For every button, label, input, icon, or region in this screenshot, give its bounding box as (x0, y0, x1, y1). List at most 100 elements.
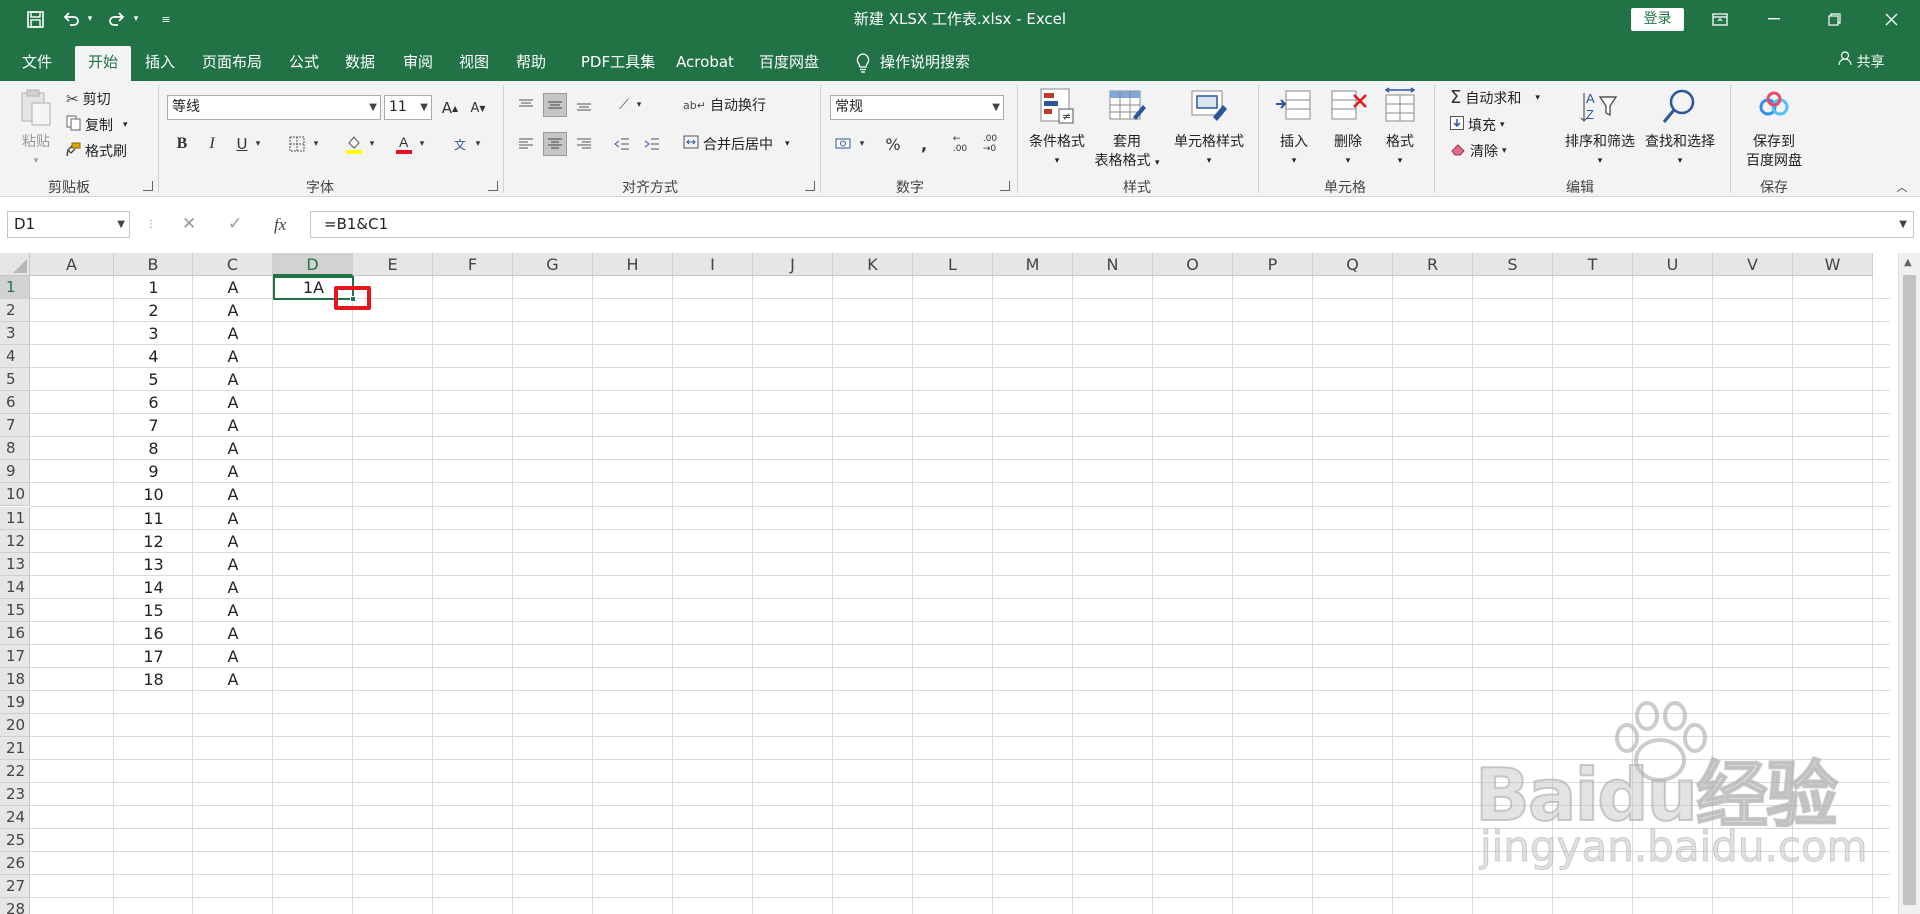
close-icon[interactable] (1868, 0, 1914, 38)
font-name-select[interactable]: 等线 ▼ (167, 95, 381, 120)
formula-input[interactable]: =B1&C1 ▼ (310, 211, 1914, 238)
percent-button[interactable]: % (881, 132, 905, 156)
cell-b15[interactable]: 15 (114, 599, 193, 622)
column-header-k[interactable]: K (833, 253, 913, 276)
cancel-icon[interactable]: ✕ (182, 211, 196, 238)
comma-button[interactable]: , (912, 132, 936, 156)
cell-c10[interactable]: A (193, 483, 273, 506)
lightbulb-icon[interactable] (848, 46, 878, 81)
cell-b16[interactable]: 16 (114, 622, 193, 645)
row-header-10[interactable]: 10 (0, 483, 30, 507)
italic-button[interactable]: I (200, 132, 224, 156)
tab-baidu-netdisk[interactable]: 百度网盘 (754, 46, 824, 81)
tab-formulas[interactable]: 公式 (282, 46, 326, 81)
cell-c14[interactable]: A (193, 576, 273, 599)
format-painter-button[interactable]: 格式刷 (66, 141, 127, 161)
tab-view[interactable]: 视图 (452, 46, 496, 81)
grow-font-icon[interactable]: A ▲ (438, 96, 462, 120)
row-header-17[interactable]: 17 (0, 644, 30, 668)
row-header-15[interactable]: 15 (0, 598, 30, 622)
column-header-e[interactable]: E (353, 253, 433, 276)
save-to-baidu-button[interactable]: 保存到 百度网盘 (1742, 85, 1806, 171)
autosum-dropdown-icon[interactable]: ▾ (1535, 93, 1540, 103)
cell-c13[interactable]: A (193, 553, 273, 576)
cell-c2[interactable]: A (193, 299, 273, 322)
undo-dropdown-icon[interactable]: ▾ (84, 0, 96, 38)
row-header-4[interactable]: 4 (0, 345, 30, 369)
delete-cells-button[interactable]: 删除 ▾ (1324, 85, 1372, 171)
row-header-2[interactable]: 2 (0, 299, 30, 323)
decrease-indent-icon[interactable] (610, 132, 634, 156)
cell-c18[interactable]: A (193, 668, 273, 691)
cell-c7[interactable]: A (193, 414, 273, 437)
expand-formula-icon[interactable]: ▼ (1899, 212, 1907, 237)
cell-b5[interactable]: 5 (114, 368, 193, 391)
vertical-scrollbar[interactable]: ▲ (1898, 253, 1920, 914)
column-header-t[interactable]: T (1553, 253, 1633, 276)
redo-icon[interactable] (104, 0, 130, 38)
cell-b9[interactable]: 9 (114, 460, 193, 483)
row-header-28[interactable]: 28 (0, 898, 30, 914)
cell-b12[interactable]: 12 (114, 530, 193, 553)
underline-dropdown-icon[interactable]: ▾ (252, 132, 264, 156)
row-header-25[interactable]: 25 (0, 829, 30, 853)
align-right-icon[interactable] (572, 132, 596, 156)
scroll-up-icon[interactable]: ▲ (1904, 257, 1912, 268)
row-header-14[interactable]: 14 (0, 575, 30, 599)
cell-c15[interactable]: A (193, 599, 273, 622)
tell-me-search[interactable]: 操作说明搜索 (880, 46, 980, 81)
wrap-text-button[interactable]: ab↵ 自动换行 (683, 95, 766, 115)
row-header-11[interactable]: 11 (0, 506, 30, 530)
font-color-dropdown-icon[interactable]: ▾ (416, 132, 428, 156)
tab-review[interactable]: 审阅 (396, 46, 440, 81)
cell-c1[interactable]: A (193, 276, 273, 299)
tab-acrobat[interactable]: Acrobat (670, 46, 740, 81)
column-header-g[interactable]: G (513, 253, 593, 276)
row-header-20[interactable]: 20 (0, 713, 30, 737)
ribbon-display-icon[interactable] (1697, 0, 1743, 38)
fill-color-dropdown-icon[interactable]: ▾ (366, 132, 378, 156)
tab-home[interactable]: 开始 (75, 46, 131, 81)
minimize-icon[interactable] (1751, 0, 1797, 38)
align-middle-icon[interactable] (543, 93, 567, 117)
accounting-format-icon[interactable] (832, 132, 856, 156)
column-header-h[interactable]: H (593, 253, 673, 276)
cell-c4[interactable]: A (193, 345, 273, 368)
font-color-icon[interactable]: A (392, 132, 416, 156)
save-icon[interactable] (22, 0, 48, 38)
column-header-s[interactable]: S (1473, 253, 1553, 276)
cell-c12[interactable]: A (193, 530, 273, 553)
row-header-7[interactable]: 7 (0, 414, 30, 438)
column-header-b[interactable]: B (114, 253, 193, 276)
column-header-i[interactable]: I (673, 253, 753, 276)
column-header-l[interactable]: L (913, 253, 993, 276)
column-header-j[interactable]: J (753, 253, 833, 276)
cell-b10[interactable]: 10 (114, 483, 193, 506)
cell-b14[interactable]: 14 (114, 576, 193, 599)
row-header-21[interactable]: 21 (0, 737, 30, 760)
insert-function-icon[interactable]: fx (274, 211, 286, 238)
shrink-font-icon[interactable]: A ▼ (466, 96, 490, 120)
cell-c8[interactable]: A (193, 437, 273, 460)
cell-b7[interactable]: 7 (114, 414, 193, 437)
clipboard-launcher-icon[interactable] (143, 181, 153, 191)
row-header-13[interactable]: 13 (0, 552, 30, 576)
clear-dropdown-icon[interactable]: ▾ (1502, 146, 1507, 156)
increase-indent-icon[interactable] (640, 132, 664, 156)
cell-b18[interactable]: 18 (114, 668, 193, 691)
number-launcher-icon[interactable] (1000, 181, 1010, 191)
column-header-a[interactable]: A (30, 253, 114, 276)
column-header-o[interactable]: O (1153, 253, 1233, 276)
fill-dropdown-icon[interactable]: ▾ (1500, 120, 1505, 130)
row-header-9[interactable]: 9 (0, 460, 30, 484)
scrollbar-thumb[interactable] (1903, 275, 1916, 905)
sort-filter-button[interactable]: AZ 排序和筛选 ▾ (1562, 85, 1638, 171)
bold-button[interactable]: B (170, 132, 194, 156)
column-header-u[interactable]: U (1633, 253, 1713, 276)
row-header-6[interactable]: 6 (0, 391, 30, 415)
tab-file[interactable]: 文件 (12, 46, 62, 81)
merge-center-button[interactable]: 合并后居中 ▾ (683, 134, 790, 154)
column-header-d[interactable]: D (273, 253, 353, 276)
column-header-q[interactable]: Q (1313, 253, 1393, 276)
cell-c6[interactable]: A (193, 391, 273, 414)
